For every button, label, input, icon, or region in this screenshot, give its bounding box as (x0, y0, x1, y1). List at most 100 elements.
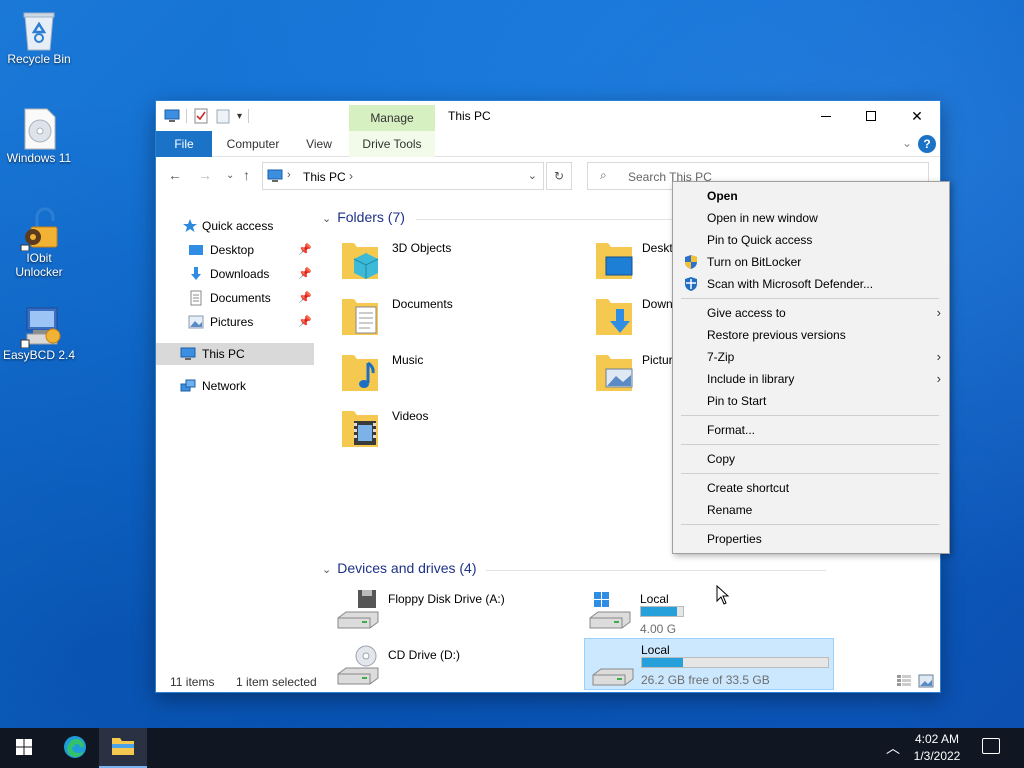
address-bar[interactable]: › This PC › ⌄ (262, 162, 544, 190)
menu-item-create-shortcut[interactable]: Create shortcut (673, 477, 949, 499)
mouse-cursor-icon (716, 584, 730, 608)
tab-computer[interactable]: Computer (218, 131, 288, 157)
windows-drive-icon (588, 588, 631, 632)
new-folder-icon[interactable] (215, 108, 231, 124)
status-selection: 1 item selected (236, 675, 317, 689)
computer-icon (164, 108, 180, 124)
menu-item-7zip[interactable]: 7-Zip › (673, 346, 949, 368)
menu-item-open-new-window[interactable]: Open in new window (673, 207, 949, 229)
recent-locations-icon[interactable]: ⌄ (226, 170, 234, 181)
folder-label: 3D Objects (392, 241, 452, 255)
minimize-icon (821, 115, 831, 117)
tray-overflow-chevron-icon[interactable]: ︿ (886, 738, 900, 758)
folder-tile-desktop[interactable]: Deskto (594, 237, 684, 289)
folder-label: Pictur (642, 353, 673, 367)
group-header-folders[interactable]: ⌄ Folders (7) (322, 209, 405, 225)
up-arrow-icon[interactable]: ↑ (243, 167, 250, 183)
start-button[interactable] (0, 728, 48, 768)
desktop-icon-easybcd[interactable]: EasyBCD 2.4 (1, 304, 77, 362)
folder-tile-3d-objects[interactable]: 3D Objects (340, 237, 580, 289)
desktop-icon-recycle-bin[interactable]: Recycle Bin (1, 8, 77, 66)
breadcrumb-chevron-icon[interactable]: › (349, 169, 353, 183)
chevron-down-icon: ⌄ (322, 564, 332, 576)
sidebar-item-desktop[interactable]: Desktop 📌 (156, 239, 314, 261)
tab-drive-tools[interactable]: Drive Tools (349, 131, 435, 157)
breadcrumb-chevron-icon[interactable]: › (287, 169, 291, 181)
menu-item-open[interactable]: Open (673, 185, 949, 207)
menu-item-copy[interactable]: Copy (673, 448, 949, 470)
large-icons-view-icon[interactable] (918, 674, 934, 688)
sidebar-item-quick-access[interactable]: Quick access (156, 215, 314, 237)
back-arrow-icon[interactable]: ← (168, 167, 182, 183)
menu-item-pin-quick-access[interactable]: Pin to Quick access (673, 229, 949, 251)
network-icon (180, 378, 196, 394)
sidebar-item-this-pc[interactable]: This PC (156, 343, 314, 365)
group-divider (486, 570, 826, 571)
menu-item-label: Pin to Quick access (707, 233, 813, 247)
desktop-icon-label: EasyBCD 2.4 (2, 348, 76, 362)
sidebar-item-label: Downloads (210, 267, 270, 281)
status-item-count: 11 items (170, 675, 215, 689)
menu-item-rename[interactable]: Rename (673, 499, 949, 521)
sidebar-item-pictures[interactable]: Pictures 📌 (156, 311, 314, 333)
sidebar-item-downloads[interactable]: Downloads 📌 (156, 263, 314, 285)
ribbon-expand-icon[interactable]: ⌄ (902, 136, 912, 150)
sidebar-item-label: Desktop (210, 243, 255, 257)
tab-file[interactable]: File (156, 131, 212, 157)
tab-manage[interactable]: Manage (349, 105, 435, 131)
menu-separator (681, 415, 939, 416)
notification-center-icon[interactable] (982, 738, 1000, 754)
iobit-unlocker-icon (19, 207, 59, 252)
menu-item-label: Include in library (707, 372, 795, 386)
pictures-folder-icon (594, 349, 634, 393)
sidebar-item-label: Documents (210, 291, 271, 305)
folder-tile-music[interactable]: Music (340, 349, 580, 401)
details-view-icon[interactable] (896, 674, 912, 688)
menu-item-properties[interactable]: Properties (673, 528, 949, 550)
tab-view[interactable]: View (296, 131, 342, 157)
folder-tile-documents[interactable]: Documents (340, 293, 580, 345)
drive-tile-floppy[interactable]: Floppy Disk Drive (A:) (336, 588, 576, 640)
properties-icon[interactable] (193, 108, 209, 124)
group-header-label: Folders (7) (337, 209, 405, 225)
group-header-drives[interactable]: ⌄ Devices and drives (4) (322, 560, 477, 576)
folder-tile-downloads[interactable]: Down (594, 293, 684, 345)
sidebar-item-network[interactable]: Network (156, 375, 314, 397)
maximize-button[interactable] (848, 101, 894, 131)
address-dropdown-icon[interactable]: ⌄ (528, 169, 537, 182)
help-button[interactable]: ? (918, 135, 936, 153)
forward-arrow-icon[interactable]: → (198, 167, 212, 183)
folder-tile-pictures[interactable]: Pictur (594, 349, 684, 401)
taskbar-edge-button[interactable] (51, 728, 99, 768)
menu-item-bitlocker[interactable]: Turn on BitLocker (673, 251, 949, 273)
drive-tile-local-c[interactable]: Local 4.00 G (588, 588, 684, 640)
menu-item-pin-start[interactable]: Pin to Start (673, 390, 949, 412)
sidebar-item-documents[interactable]: Documents 📌 (156, 287, 314, 309)
sidebar-item-label: Quick access (202, 219, 274, 233)
close-button[interactable]: ✕ (894, 101, 940, 131)
desktop-icon-windows-11[interactable]: Windows 11 (1, 107, 77, 165)
taskbar-clock[interactable]: 4:02 AM 1/3/2022 (906, 731, 968, 765)
menu-item-restore-versions[interactable]: Restore previous versions (673, 324, 949, 346)
desktop-icon-label: Windows 11 (6, 151, 72, 165)
refresh-button[interactable]: ↻ (546, 162, 572, 190)
minimize-button[interactable] (803, 101, 849, 131)
submenu-arrow-icon: › (936, 349, 941, 364)
desktop-folder-icon (594, 237, 634, 281)
menu-item-include-library[interactable]: Include in library › (673, 368, 949, 390)
desktop-icon-iobit-unlocker[interactable]: IObit Unlocker (1, 207, 77, 279)
menu-item-format[interactable]: Format... (673, 419, 949, 441)
qat-dropdown-icon[interactable]: ▾ (237, 111, 242, 122)
group-header-label: Devices and drives (4) (337, 560, 477, 576)
breadcrumb-this-pc[interactable]: This PC (303, 170, 346, 184)
taskbar-file-explorer-button[interactable] (99, 728, 147, 768)
chevron-down-icon: ⌄ (322, 213, 332, 225)
file-explorer-icon (111, 736, 135, 759)
menu-item-give-access[interactable]: Give access to › (673, 302, 949, 324)
drive-label: CD Drive (D:) (388, 648, 460, 662)
folder-tile-videos[interactable]: Videos (340, 405, 580, 457)
menu-item-defender-scan[interactable]: Scan with Microsoft Defender... (673, 273, 949, 295)
menu-item-label: Properties (707, 532, 762, 546)
documents-folder-icon (188, 290, 204, 306)
search-icon: ⌕ (600, 168, 607, 182)
